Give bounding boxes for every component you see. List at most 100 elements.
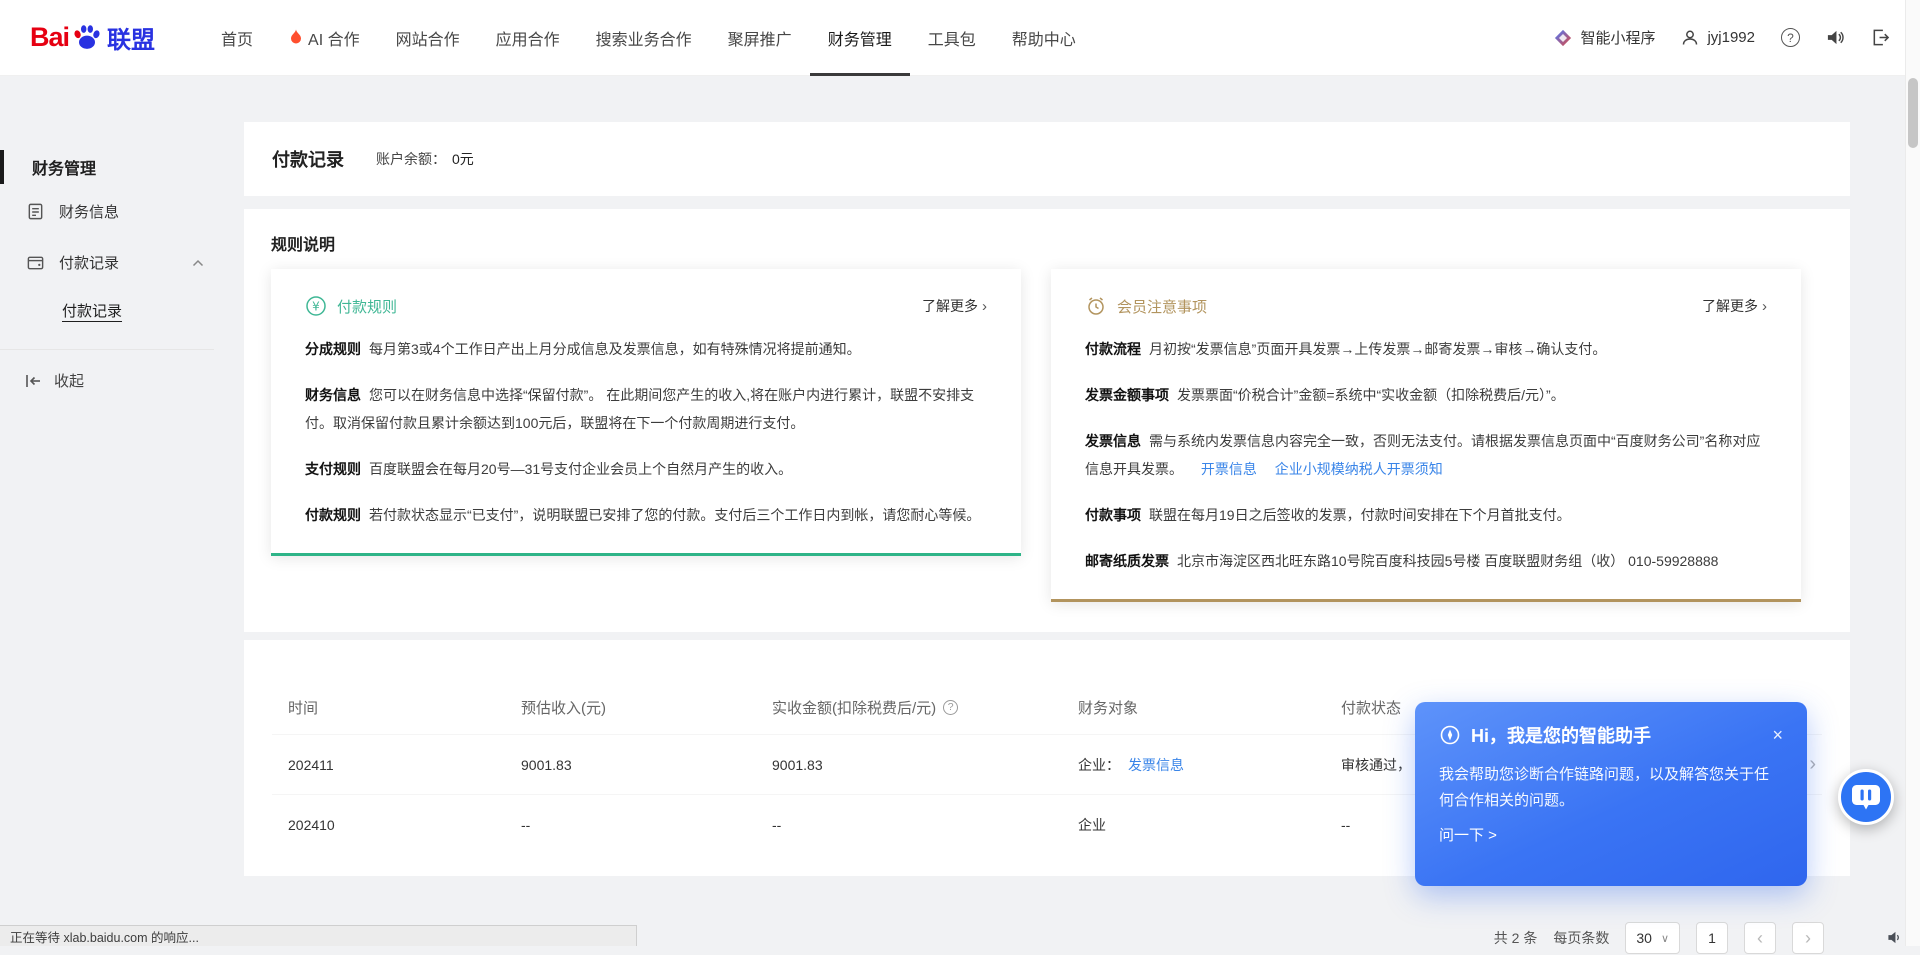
assistant-header: Hi，我是您的智能助手 × xyxy=(1439,722,1783,748)
per-page-select[interactable]: 30 ∨ xyxy=(1625,922,1680,954)
prev-page-button[interactable]: ‹ xyxy=(1744,922,1776,954)
balance-value: 0元 xyxy=(452,149,474,169)
nav-item-ai-cooperation[interactable]: AI 合作 xyxy=(271,0,378,76)
scrollbar-thumb[interactable] xyxy=(1908,78,1918,148)
cell-actual: 9001.83 xyxy=(772,757,1078,773)
close-icon[interactable]: × xyxy=(1772,726,1783,744)
chevron-right-icon: › xyxy=(1762,298,1767,315)
rule-paragraph: 发票信息需与系统内发票信息内容完全一致，否则无法支付。请根据发票信息页面中“百度… xyxy=(1085,427,1767,483)
col-header-label: 付款状态 xyxy=(1341,697,1401,718)
payment-rules-more-link[interactable]: 了解更多 › xyxy=(922,296,987,316)
payment-rules-title: 付款规则 xyxy=(337,296,397,317)
rule-label: 发票金额事项 xyxy=(1085,387,1169,403)
scrollbar-track[interactable] xyxy=(1905,0,1920,946)
member-notes-card-header: 会员注意事项 了解更多 › xyxy=(1085,295,1767,317)
collapse-label: 收起 xyxy=(54,370,84,391)
gem-icon xyxy=(1554,29,1572,47)
rule-text: 若付款状态显示“已支付”，说明联盟已安排了您的付款。支付后三个工作日内到帐，请您… xyxy=(369,507,980,523)
nav-item-home[interactable]: 首页 xyxy=(203,0,271,76)
cell-actual: -- xyxy=(772,817,1078,833)
logout-icon[interactable] xyxy=(1871,28,1890,47)
invoice-info-row-link[interactable]: 发票信息 xyxy=(1128,755,1184,775)
rule-text: 每月第3或4个工作日产出上月分成信息及发票信息，如有特殊情况将提前通知。 xyxy=(369,341,861,357)
col-header-time: 时间 xyxy=(288,697,521,718)
cell-object: 企业 xyxy=(1078,815,1341,835)
flame-icon xyxy=(289,29,303,46)
more-label: 了解更多 xyxy=(922,296,978,316)
paw-icon xyxy=(71,22,103,54)
next-page-button[interactable]: › xyxy=(1792,922,1824,954)
caret-down-icon: ∨ xyxy=(1661,932,1669,945)
baidu-union-logo[interactable]: Bai 联盟 xyxy=(30,20,155,55)
row-expand-chevron-icon[interactable]: › xyxy=(1809,753,1816,776)
sidebar-item-finance-info[interactable]: 财务信息 xyxy=(0,186,226,237)
nav-item-finance-management[interactable]: 财务管理 xyxy=(810,0,910,76)
member-notes-more-link[interactable]: 了解更多 › xyxy=(1702,296,1767,316)
assistant-message: 我会帮助您诊断合作链路问题，以及解答您关于任何合作相关的问题。 xyxy=(1439,762,1783,814)
logo-text-union: 联盟 xyxy=(107,20,155,55)
cell-value: 9001.83 xyxy=(772,757,823,773)
sidebar: 财务管理 财务信息 付款记录 付款记录 收起 xyxy=(0,76,226,391)
sound-widget-icon[interactable] xyxy=(1887,930,1902,945)
rule-paragraph: 付款规则若付款状态显示“已支付”，说明联盟已安排了您的付款。支付后三个工作日内到… xyxy=(305,501,987,529)
page-title: 付款记录 xyxy=(272,146,344,172)
cell-estimated: -- xyxy=(521,817,772,833)
assistant-bubble-button[interactable] xyxy=(1838,769,1894,825)
mini-program-entry[interactable]: 智能小程序 xyxy=(1554,27,1655,48)
cell-value: 9001.83 xyxy=(521,757,572,773)
nav-item-label: AI 合作 xyxy=(308,26,360,50)
help-glyph: ? xyxy=(1787,31,1794,45)
sidebar-collapse-button[interactable]: 收起 xyxy=(0,370,226,391)
compass-icon xyxy=(1439,724,1461,746)
mini-program-label: 智能小程序 xyxy=(1580,27,1655,48)
logo-text-bai: Bai xyxy=(30,22,69,53)
nav-item-website-cooperation[interactable]: 网站合作 xyxy=(378,0,478,76)
rule-text: 您可以在财务信息中选择“保留付款”。 在此期间您产生的收入,将在账户内进行累计，… xyxy=(305,387,974,431)
cell-time: 202410 xyxy=(288,817,521,833)
payment-rules-card: ¥ 付款规则 了解更多 › 分成规则每月第3或4个工作日产出上月分成信息及发票信… xyxy=(271,269,1021,556)
nav-item-label: 网站合作 xyxy=(396,26,460,50)
browser-status-bar: 正在等待 xlab.baidu.com 的响应... xyxy=(0,925,637,946)
nav-item-label: 应用合作 xyxy=(496,26,560,50)
sound-icon[interactable] xyxy=(1826,28,1845,47)
sidebar-section-finance-management[interactable]: 财务管理 xyxy=(0,148,226,186)
nav-item-screen-promotion[interactable]: 聚屏推广 xyxy=(710,0,810,76)
small-taxpayer-notes-link[interactable]: 企业小规模纳税人开票须知 xyxy=(1275,461,1443,477)
account-balance: 账户余额： 0元 xyxy=(376,149,474,169)
ask-now-link[interactable]: 问一下 > xyxy=(1439,824,1497,845)
info-icon[interactable]: ? xyxy=(943,700,958,715)
rule-paragraph: 付款事项联盟在每月19日之后签收的发票，付款时间安排在下个月首批支付。 xyxy=(1085,501,1767,529)
rule-label: 发票信息 xyxy=(1085,433,1141,449)
rules-panel: 规则说明 ¥ 付款规则 了解更多 › 分成规则每月第3或4个工作日产出上月分成信… xyxy=(244,209,1850,632)
help-icon[interactable]: ? xyxy=(1781,28,1800,47)
cell-estimated: 9001.83 xyxy=(521,757,772,773)
page-number-current[interactable]: 1 xyxy=(1696,922,1728,954)
rule-paragraph: 发票金额事项发票票面“价税合计”金额=系统中“实收金额（扣除税费后/元）”。 xyxy=(1085,381,1767,409)
sidebar-item-payment-records[interactable]: 付款记录 xyxy=(0,237,226,288)
member-notes-title: 会员注意事项 xyxy=(1117,296,1207,317)
sidebar-subitem-payment-records[interactable]: 付款记录 xyxy=(0,288,226,335)
rule-label: 付款事项 xyxy=(1085,507,1141,523)
rule-paragraph: 支付规则百度联盟会在每月20号—31号支付企业会员上个自然月产生的收入。 xyxy=(305,455,987,483)
nav-item-search-cooperation[interactable]: 搜索业务合作 xyxy=(578,0,710,76)
status-value: 审核通过， xyxy=(1341,755,1411,775)
user-account[interactable]: jyj1992 xyxy=(1681,29,1755,47)
cell-value: 202411 xyxy=(288,757,334,773)
nav-item-label: 首页 xyxy=(221,26,253,50)
rule-cards: ¥ 付款规则 了解更多 › 分成规则每月第3或4个工作日产出上月分成信息及发票信… xyxy=(271,269,1823,602)
coin-icon: ¥ xyxy=(305,295,327,317)
cell-value: 企业 xyxy=(1078,815,1106,835)
rule-paragraph: 付款流程月初按“发票信息”页面开具发票→上传发票→邮寄发票→审核→确认支付。 xyxy=(1085,335,1767,363)
nav-item-app-cooperation[interactable]: 应用合作 xyxy=(478,0,578,76)
cell-time: 202411 xyxy=(288,757,521,773)
col-header-label: 时间 xyxy=(288,697,318,718)
page-header-panel: 付款记录 账户余额： 0元 xyxy=(244,122,1850,196)
nav-item-toolkit[interactable]: 工具包 xyxy=(910,0,994,76)
rule-label: 财务信息 xyxy=(305,387,361,403)
collapse-icon xyxy=(24,373,42,389)
nav-item-help-center[interactable]: 帮助中心 xyxy=(994,0,1094,76)
total-count: 共 2 条 xyxy=(1494,928,1538,948)
chat-window-icon xyxy=(1851,784,1881,811)
rule-text: 百度联盟会在每月20号—31号支付企业会员上个自然月产生的收入。 xyxy=(369,461,792,477)
invoice-info-link[interactable]: 开票信息 xyxy=(1201,461,1257,477)
